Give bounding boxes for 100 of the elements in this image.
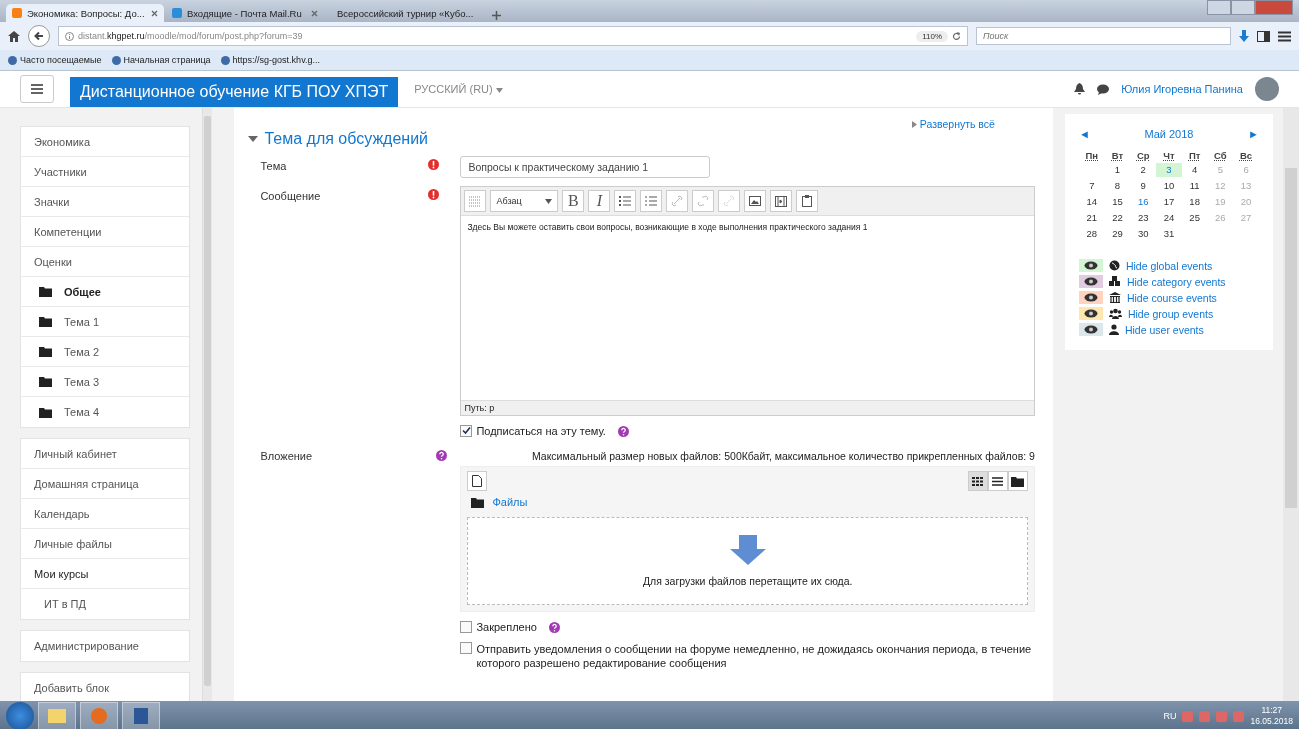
hide-events-link[interactable]: Hide course events [1126, 291, 1217, 304]
browser-tab[interactable]: Входящие - Почта Mail.Ru [166, 4, 324, 22]
calendar-day[interactable]: 1 [1104, 163, 1131, 177]
nav-item[interactable]: Тема 2 [21, 337, 189, 367]
section-heading[interactable]: Тема для обсуждений [264, 130, 429, 148]
nav-item[interactable]: Мои курсы [21, 559, 189, 589]
calendar-day[interactable]: 28 [1078, 227, 1105, 241]
media-button[interactable] [770, 190, 793, 212]
calendar-day[interactable]: 2 [1130, 163, 1157, 177]
nav-item[interactable]: Календарь [21, 499, 189, 529]
address-bar[interactable]: distant.khgpet.ru/moodle/mod/forum/post.php?forum=39 110% [58, 26, 968, 46]
clock[interactable]: 11:27 16.05.2018 [1250, 705, 1293, 727]
nav-item[interactable]: Администрирование [21, 631, 189, 661]
hide-events-link[interactable]: Hide category events [1126, 275, 1226, 288]
browser-tab[interactable]: Экономика: Вопросы: До... [6, 4, 164, 22]
bullet-list-button[interactable] [614, 190, 637, 212]
visibility-toggle[interactable] [1078, 323, 1103, 336]
zoom-level[interactable]: 110% [916, 30, 948, 42]
hide-events-link[interactable]: Hide user events [1124, 323, 1204, 336]
visibility-toggle[interactable] [1078, 307, 1103, 320]
drop-zone[interactable]: Для загрузки файлов перетащите их сюда. [467, 517, 1028, 605]
calendar-day[interactable]: 7 [1078, 179, 1105, 193]
nav-item[interactable]: Тема 4 [21, 397, 189, 427]
close-icon[interactable] [311, 9, 318, 17]
bookmark[interactable]: Часто посещаемые [8, 55, 102, 65]
nav-item[interactable]: Компетенции [21, 217, 189, 247]
help-icon[interactable] [436, 450, 448, 461]
site-title[interactable]: Дистанционное обучение КГБ ПОУ ХПЭТ [70, 77, 399, 107]
calendar-day[interactable]: 29 [1104, 227, 1131, 241]
checkbox[interactable] [460, 642, 473, 654]
nav-item[interactable]: Участники [21, 157, 189, 187]
calendar-day[interactable]: 24 [1156, 211, 1182, 225]
calendar-day[interactable]: 9 [1130, 179, 1157, 193]
hide-events-link[interactable]: Hide group events [1127, 307, 1214, 320]
reload-icon[interactable] [952, 31, 961, 41]
calendar-day[interactable]: 30 [1130, 227, 1157, 241]
calendar-day[interactable]: 15 [1104, 195, 1131, 209]
nav-item[interactable]: Общее [21, 277, 189, 307]
add-file-button[interactable] [467, 471, 488, 491]
visibility-toggle[interactable] [1078, 291, 1103, 304]
folder-link[interactable]: Файлы [492, 496, 528, 508]
expand-all-link[interactable]: Развернуть всё [919, 118, 995, 130]
back-button[interactable] [28, 25, 50, 47]
menu-button[interactable] [20, 75, 54, 103]
grid-view-button[interactable] [967, 471, 988, 491]
calendar-day[interactable]: 16 [1130, 195, 1157, 209]
chat-icon[interactable] [1097, 83, 1110, 95]
bookmark[interactable]: https://sg-gost.khv.g... [220, 55, 320, 65]
calendar-day[interactable]: 25 [1181, 211, 1208, 225]
user-name[interactable]: Юлия Игоревна Панина [1121, 83, 1243, 95]
calendar-day[interactable]: 31 [1156, 227, 1182, 241]
close-icon[interactable] [151, 9, 158, 17]
browser-tab[interactable]: Всероссийский турнир «Кубо... [326, 4, 484, 22]
visibility-toggle[interactable] [1078, 259, 1103, 272]
bookmark[interactable]: Начальная страница [111, 55, 211, 65]
subject-field[interactable]: Вопросы к практическому заданию 1 [460, 156, 711, 178]
visibility-toggle[interactable] [1078, 275, 1103, 288]
month-title[interactable]: Май 2018 [1144, 128, 1194, 140]
nav-item[interactable]: Экономика [21, 127, 189, 157]
checkbox[interactable] [460, 425, 473, 437]
caret-down-icon[interactable] [248, 135, 259, 143]
help-icon[interactable] [548, 621, 560, 633]
calendar-day[interactable]: 8 [1104, 179, 1131, 193]
calendar-day[interactable]: 14 [1078, 195, 1105, 209]
nav-item[interactable]: Домашняя страница [21, 469, 189, 499]
paste-button[interactable] [796, 190, 819, 212]
calendar-day[interactable]: 17 [1156, 195, 1182, 209]
nav-item[interactable]: ИТ в ПД [21, 589, 189, 619]
nav-item[interactable]: Оценки [21, 247, 189, 277]
input-language[interactable]: RU [1163, 711, 1177, 721]
nav-item[interactable]: Тема 1 [21, 307, 189, 337]
sidebar-icon[interactable] [1257, 30, 1270, 42]
info-icon[interactable] [65, 31, 74, 41]
scrollbar-thumb[interactable] [1285, 168, 1297, 508]
calendar-day[interactable]: 18 [1181, 195, 1208, 209]
checkbox[interactable] [460, 621, 473, 633]
tree-view-button[interactable] [1007, 471, 1028, 491]
hide-events-link[interactable]: Hide global events [1125, 259, 1213, 272]
calendar-day[interactable]: 10 [1156, 179, 1182, 193]
calendar-day[interactable]: 23 [1130, 211, 1157, 225]
calendar-day[interactable]: 11 [1181, 179, 1208, 193]
download-icon[interactable] [1239, 30, 1249, 42]
language-menu[interactable]: РУССКИЙ (RU) [414, 83, 503, 95]
nav-item[interactable]: Личные файлы [21, 529, 189, 559]
nav-item[interactable]: Значки [21, 187, 189, 217]
message-editor[interactable]: Абзац B I Здесь Вы можете оставить свои вопросы, возникающие в ходе выполнения практического задания 1 Путь: p [460, 186, 1035, 416]
bold-button[interactable]: B [562, 190, 585, 212]
calendar-day[interactable]: 4 [1181, 163, 1208, 177]
document-taskbar-icon[interactable] [122, 702, 160, 729]
image-button[interactable] [744, 190, 767, 212]
nav-item[interactable]: Тема 3 [21, 367, 189, 397]
start-button[interactable] [6, 702, 34, 729]
previous-month-button[interactable]: ◄ [1078, 128, 1090, 140]
calendar-day[interactable]: 21 [1078, 211, 1105, 225]
search-field[interactable]: Поиск [976, 27, 1231, 45]
menu-icon[interactable] [1278, 30, 1291, 42]
toolbar-toggle-button[interactable] [464, 190, 487, 212]
nav-item[interactable]: Добавить блок [21, 673, 189, 701]
bell-icon[interactable] [1074, 83, 1086, 95]
help-icon[interactable] [617, 425, 629, 437]
